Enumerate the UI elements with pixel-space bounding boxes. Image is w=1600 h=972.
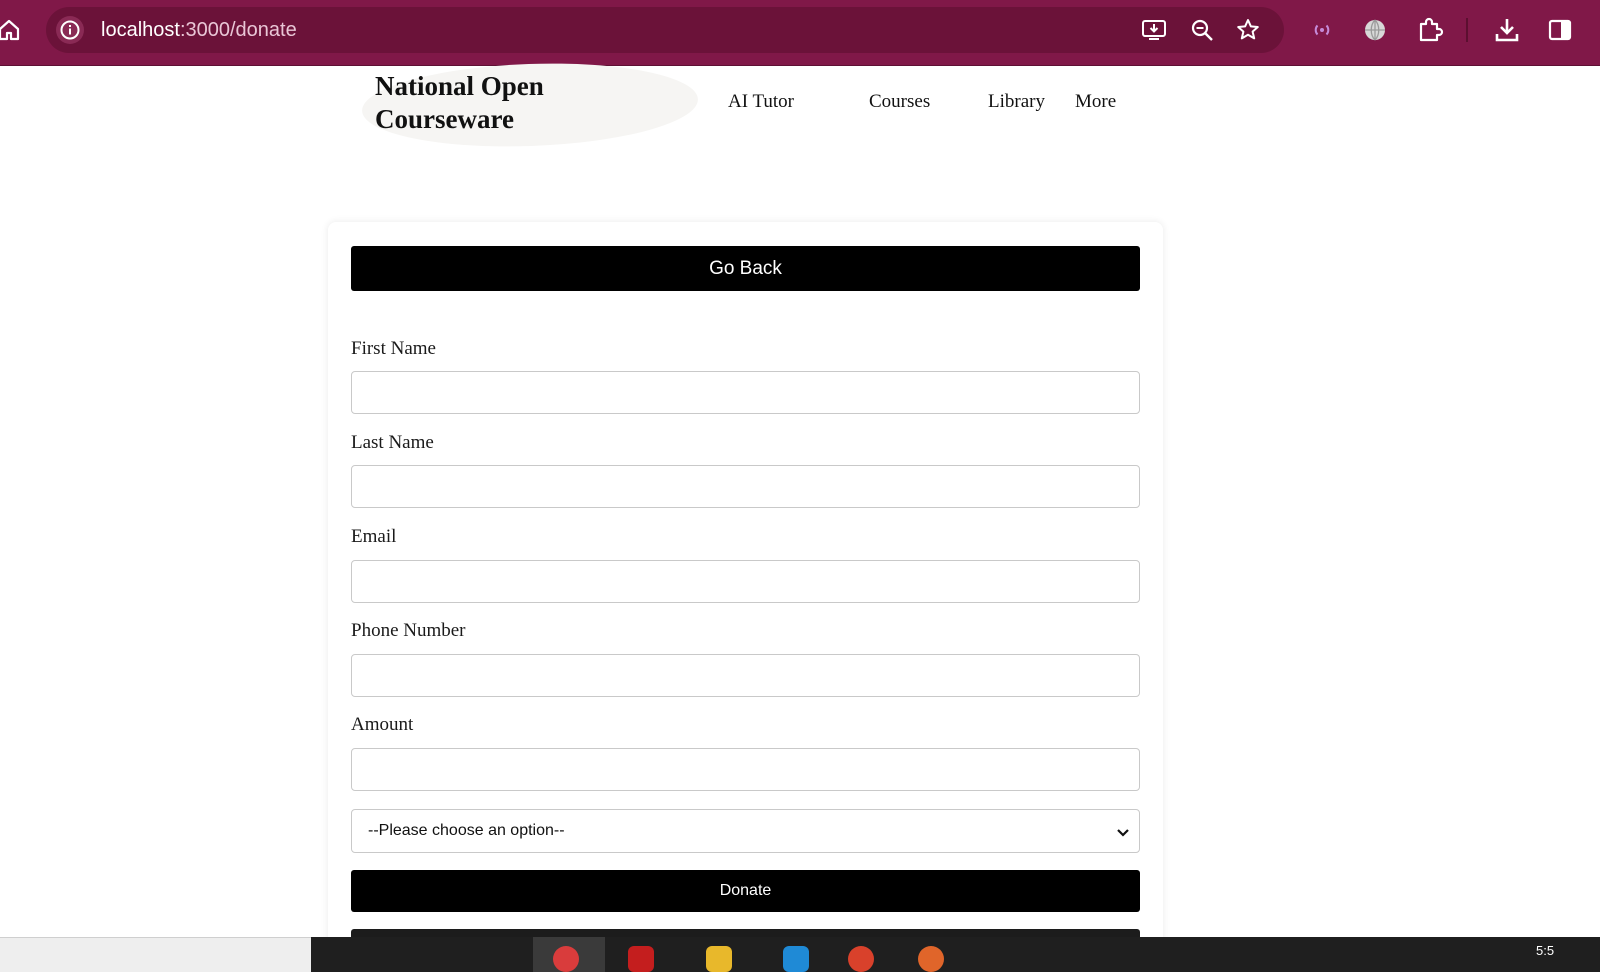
phone-number-input[interactable]: [351, 654, 1140, 697]
first-name-label: First Name: [351, 338, 436, 359]
cast-icon[interactable]: [1308, 16, 1336, 44]
url-text[interactable]: localhost:3000/donate: [101, 17, 297, 43]
translate-globe-icon[interactable]: [1361, 16, 1389, 44]
site-info-icon[interactable]: [56, 16, 84, 44]
email-input[interactable]: [351, 560, 1140, 603]
last-name-input[interactable]: [351, 465, 1140, 508]
app-icon[interactable]: [628, 946, 654, 972]
nav-courses[interactable]: Courses: [869, 90, 930, 114]
option-select[interactable]: --Please choose an option--: [351, 809, 1140, 853]
taskbar-clock[interactable]: 5:5: [1536, 943, 1554, 958]
chevron-down-icon: [1115, 824, 1131, 840]
option-select-value: --Please choose an option--: [368, 822, 565, 839]
browser-toolbar: localhost:3000/donate: [0, 0, 1600, 66]
amount-input[interactable]: [351, 748, 1140, 791]
app-icon[interactable]: [848, 946, 874, 972]
os-taskbar: 5:5: [0, 937, 1600, 972]
nav-more[interactable]: More: [1075, 90, 1116, 114]
last-name-label: Last Name: [351, 432, 434, 453]
nav-ai-tutor[interactable]: AI Tutor: [728, 90, 794, 114]
url-path: :3000/donate: [179, 19, 297, 41]
taskbar-widget-area: [0, 937, 311, 972]
amount-label: Amount: [351, 714, 414, 735]
donate-button[interactable]: Donate: [351, 870, 1140, 912]
nav-library[interactable]: Library: [988, 90, 1045, 114]
site-logo[interactable]: National Open Courseware: [375, 70, 675, 136]
phone-number-label: Phone Number: [351, 620, 466, 641]
download-icon[interactable]: [1492, 15, 1522, 45]
home-icon[interactable]: [0, 16, 22, 44]
install-app-icon[interactable]: [1140, 16, 1168, 44]
go-back-button[interactable]: Go Back: [351, 246, 1140, 291]
first-name-input[interactable]: [351, 371, 1140, 414]
toolbar-divider: [1466, 18, 1468, 42]
extensions-icon[interactable]: [1416, 15, 1444, 45]
file-explorer-icon[interactable]: [706, 946, 732, 972]
url-host: localhost: [101, 19, 180, 41]
zoom-icon[interactable]: [1188, 16, 1216, 44]
vscode-icon[interactable]: [783, 946, 809, 972]
bookmark-star-icon[interactable]: [1234, 16, 1262, 44]
side-panel-icon[interactable]: [1546, 16, 1574, 44]
email-label: Email: [351, 526, 397, 547]
chrome-app-icon[interactable]: [553, 946, 579, 972]
app-icon[interactable]: [918, 946, 944, 972]
